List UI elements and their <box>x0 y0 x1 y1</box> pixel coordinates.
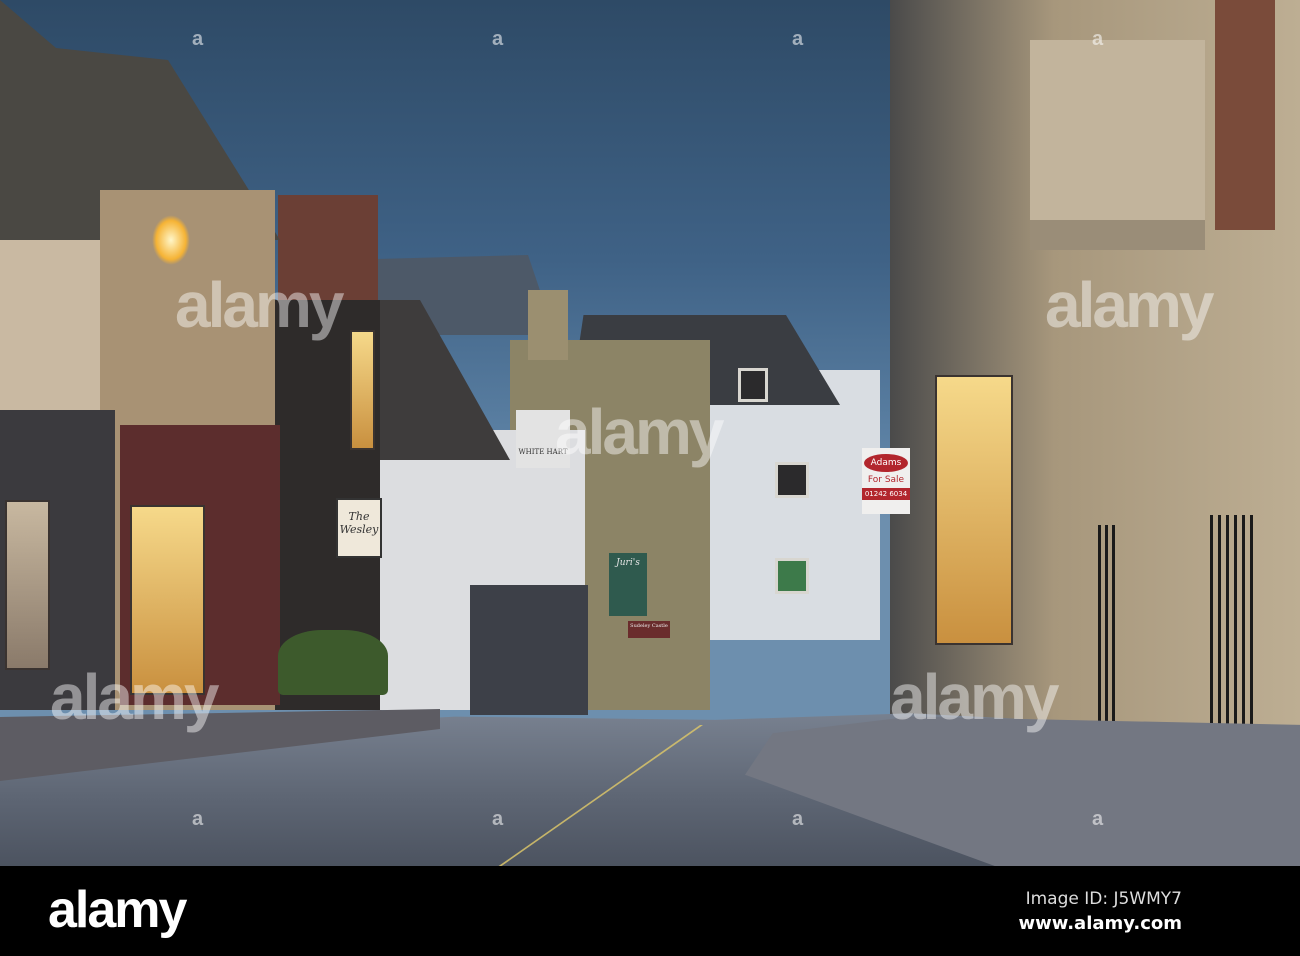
lit-window <box>350 330 375 450</box>
phone-label: 01242 6034 <box>862 488 910 500</box>
watermark-logo: alamy <box>50 661 219 733</box>
for-sale-label: For Sale <box>867 475 905 485</box>
watermark-logo: alamy <box>1045 269 1214 341</box>
watermark-logo: alamy <box>555 396 724 468</box>
watermark-mark: a <box>1092 808 1104 830</box>
footer-bar <box>0 866 1300 956</box>
watermark-mark: a <box>1092 28 1104 50</box>
bay-window <box>1030 40 1205 250</box>
window <box>775 558 809 594</box>
watermark-mark: a <box>492 28 504 50</box>
street-lamp-icon <box>152 215 190 265</box>
shop-shed <box>470 585 588 715</box>
shop-window <box>935 375 1013 645</box>
window <box>775 462 809 498</box>
adams-label: Adams <box>864 454 908 472</box>
street-photo: The Wesley WHITE HART Juri's Sudeley Cas… <box>0 0 1300 866</box>
shop-window <box>5 500 50 670</box>
watermark-mark: a <box>492 808 504 830</box>
wesley-sign: The Wesley <box>336 498 382 558</box>
site-url: www.alamy.com <box>1018 913 1182 934</box>
railing <box>1098 525 1118 735</box>
estate-agent-sign: Adams For Sale 01242 6034 <box>862 448 910 514</box>
image-id: Image ID: J5WMY7 <box>1025 889 1182 909</box>
watermark-logo: alamy <box>175 269 344 341</box>
chimney <box>528 290 568 360</box>
brick-wall <box>1215 0 1275 230</box>
watermark-mark: a <box>192 28 204 50</box>
watermark-logo: alamy <box>890 661 1059 733</box>
hedge <box>278 630 388 695</box>
alamy-logo: alamy <box>48 881 187 939</box>
watermark-mark: a <box>192 808 204 830</box>
window <box>738 368 768 402</box>
juris-sign: Juri's <box>609 553 647 616</box>
watermark-mark: a <box>792 28 804 50</box>
sudeley-castle-sign: Sudeley Castle <box>628 621 670 638</box>
watermark-mark: a <box>792 808 804 830</box>
